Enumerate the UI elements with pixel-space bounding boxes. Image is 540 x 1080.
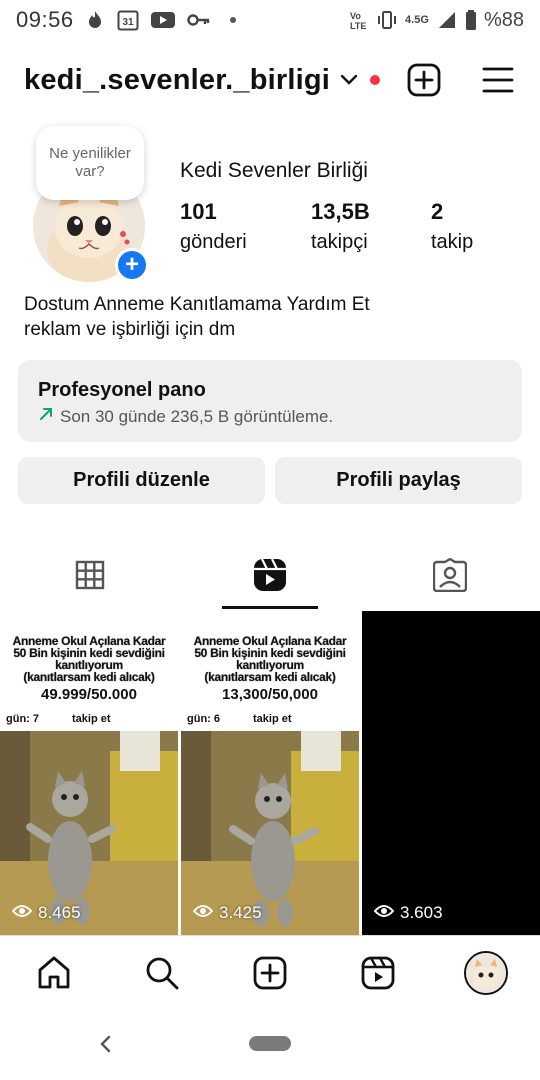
stat-label: takipçi xyxy=(311,231,368,253)
note-bubble[interactable]: Ne yenilikler var? xyxy=(36,126,144,200)
battery-percent: %88 xyxy=(483,8,524,31)
vibrate-icon xyxy=(376,9,398,31)
dashboard-title: Profesyonel pano xyxy=(38,379,206,401)
profile-tab[interactable] xyxy=(462,949,510,997)
svg-text:Vo: Vo xyxy=(350,11,361,21)
dot-icon xyxy=(222,9,244,31)
reels-nav-icon[interactable] xyxy=(354,949,402,997)
chevron-down-icon[interactable] xyxy=(340,71,358,89)
profile-header: kedi_.sevenler._birligi xyxy=(0,52,540,108)
home-pill[interactable] xyxy=(249,1036,291,1051)
eye-icon xyxy=(11,903,33,923)
back-icon[interactable] xyxy=(94,1032,118,1056)
professional-dashboard[interactable]: Profesyonel pano Son 30 günde 236,5 B gö… xyxy=(18,360,522,442)
edit-profile-button[interactable]: Profili düzenle xyxy=(18,457,265,504)
bio: Dostum Anneme Kanıtlamama Yardım Et rekl… xyxy=(24,292,370,342)
view-count: 3.603 xyxy=(400,903,443,922)
tab-tagged[interactable] xyxy=(360,545,540,609)
tab-reels[interactable] xyxy=(180,545,360,609)
volte-icon: Vo LTE xyxy=(348,9,370,31)
bio-line: Dostum Anneme Kanıtlamama Yardım Et xyxy=(24,294,370,315)
system-navigation xyxy=(0,1012,540,1080)
share-profile-button[interactable]: Profili paylaş xyxy=(275,457,522,504)
trend-up-icon xyxy=(38,406,54,427)
stat-label: takip xyxy=(431,231,474,253)
menu-button[interactable] xyxy=(480,62,516,98)
bottom-navigation xyxy=(0,935,540,1009)
dashboard-subtitle: Son 30 günde 236,5 B görüntüleme. xyxy=(60,406,334,426)
reel-thumbnail[interactable]: Anneme Okul Açılana Kadar 50 Bin kişinin… xyxy=(181,611,359,935)
stat-label: gönderi xyxy=(180,231,247,253)
notification-dot xyxy=(370,75,381,85)
reel-thumbnail[interactable]: 3.603 xyxy=(362,611,540,935)
signal-icon xyxy=(436,9,458,31)
key-icon xyxy=(186,9,212,31)
create-icon[interactable] xyxy=(246,949,294,997)
username[interactable]: kedi_.sevenler._birligi xyxy=(24,64,330,97)
home-icon[interactable] xyxy=(30,949,78,997)
grid-icon xyxy=(75,560,105,595)
calendar-icon: 31 xyxy=(116,9,140,31)
reels-icon xyxy=(253,558,287,597)
add-story-button[interactable]: + xyxy=(115,248,149,282)
create-post-button[interactable] xyxy=(406,62,442,98)
profile-avatar-small xyxy=(464,950,508,995)
thumb-caption: (kanıtlarsam kedi alıcak) xyxy=(204,670,336,684)
calendar-day: 31 xyxy=(122,17,134,28)
view-count: 3.425 xyxy=(219,903,262,922)
thumb-caption: (kanıtlarsam kedi alıcak) xyxy=(23,670,155,684)
bio-line: reklam ve işbirliği için dm xyxy=(24,319,236,340)
reel-thumbnail[interactable]: Anneme Okul Açılana Kadar 50 Bin kişinin… xyxy=(0,611,178,935)
tagged-icon xyxy=(432,557,468,597)
stat-posts[interactable]: 101 gönderi xyxy=(180,198,247,256)
svg-text:LTE: LTE xyxy=(350,21,366,31)
fire-icon xyxy=(84,9,106,31)
eye-icon xyxy=(373,903,395,923)
thumb-count: 13,300/50,000 xyxy=(222,686,318,703)
battery-icon xyxy=(464,9,478,31)
content-tabs xyxy=(0,545,540,609)
reels-grid: Anneme Okul Açılana Kadar 50 Bin kişinin… xyxy=(0,611,540,935)
stat-value: 13,5B xyxy=(311,199,370,224)
stat-following[interactable]: 2 takip xyxy=(431,198,473,256)
view-count: 8.465 xyxy=(38,903,81,922)
youtube-icon xyxy=(150,9,176,31)
search-icon[interactable] xyxy=(138,949,186,997)
thumb-day: gün: 6 xyxy=(187,713,220,725)
stat-value: 101 xyxy=(180,199,217,224)
stat-followers[interactable]: 13,5B takipçi xyxy=(311,198,370,256)
status-bar: 09:56 31 Vo LTE 4.5G %88 xyxy=(0,0,540,40)
network-label: 4.5G xyxy=(405,14,429,26)
status-time: 09:56 xyxy=(16,7,74,32)
eye-icon xyxy=(192,903,214,923)
thumb-day: gün: 7 xyxy=(6,713,39,725)
thumb-count: 49.999/50.000 xyxy=(41,686,137,703)
display-name: Kedi Sevenler Birliği xyxy=(180,159,368,182)
stat-value: 2 xyxy=(431,199,444,224)
tab-grid[interactable] xyxy=(0,545,180,609)
thumb-follow: takip et xyxy=(253,713,292,725)
thumb-follow: takip et xyxy=(72,713,111,725)
